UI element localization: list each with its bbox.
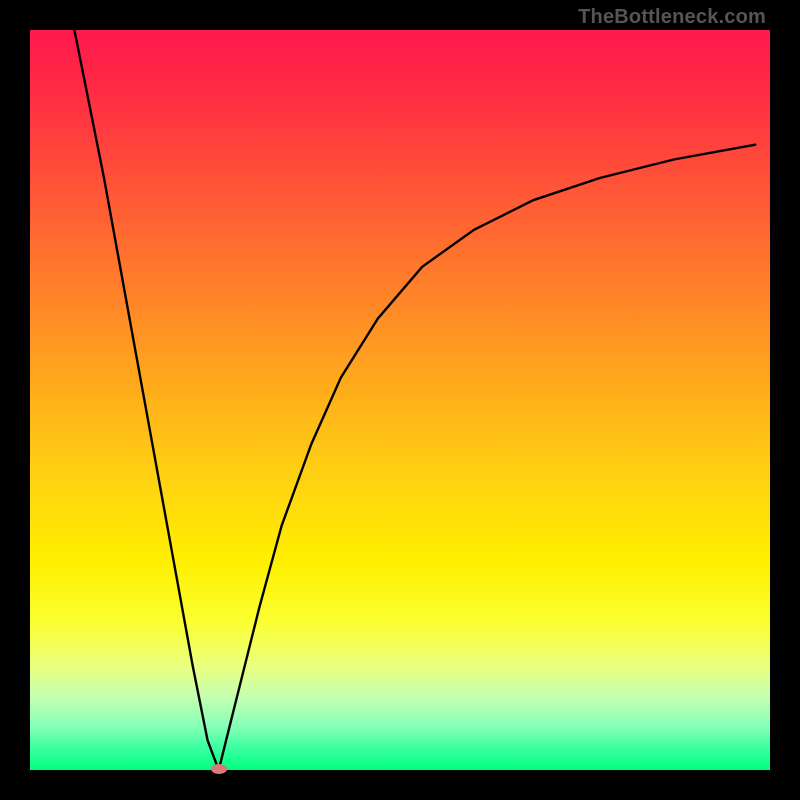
- bottleneck-curve: [30, 30, 770, 770]
- plot-area: [30, 30, 770, 770]
- curve-path: [74, 30, 755, 770]
- chart-frame: TheBottleneck.com: [0, 0, 800, 800]
- optimum-marker: [211, 764, 227, 774]
- watermark-text: TheBottleneck.com: [578, 6, 766, 29]
